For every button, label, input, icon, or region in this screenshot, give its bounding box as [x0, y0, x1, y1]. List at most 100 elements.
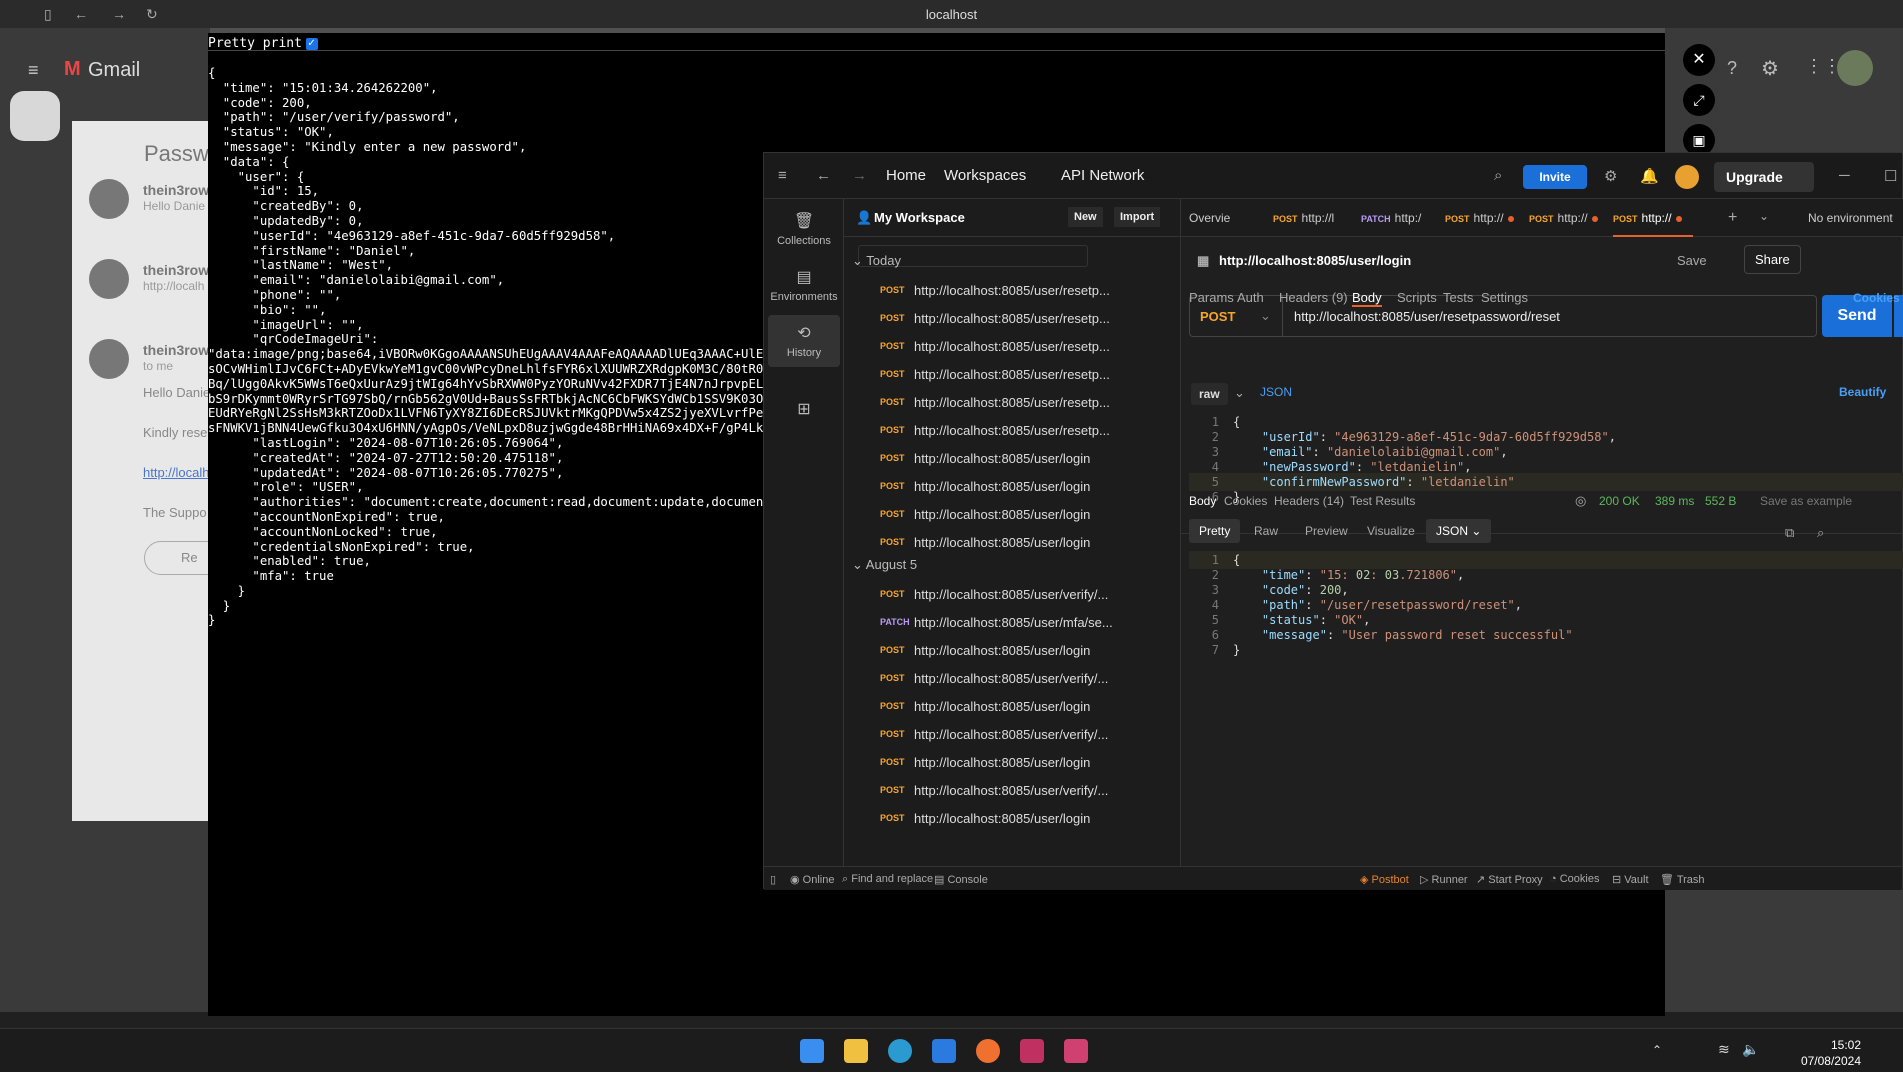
- chevron-down-icon[interactable]: ⌄: [1260, 308, 1271, 324]
- history-item[interactable]: POST http://localhost:8085/user/login: [844, 501, 1174, 529]
- home-link[interactable]: Home: [886, 167, 926, 184]
- subtab-scripts[interactable]: Scripts: [1397, 290, 1437, 305]
- cookies-link[interactable]: Cookies: [1853, 291, 1900, 305]
- console-button[interactable]: ▤ Console: [934, 873, 988, 886]
- chevron-down-icon[interactable]: ⌄: [1234, 385, 1245, 401]
- history-item[interactable]: POST http://localhost:8085/user/verify/..…: [844, 721, 1174, 749]
- add-workspace-icon[interactable]: ⊞: [768, 399, 840, 419]
- response-tab-cookies[interactable]: Cookies: [1224, 494, 1267, 508]
- menu-icon[interactable]: ≡: [28, 60, 39, 81]
- runner-button[interactable]: ▷ Runner: [1420, 873, 1468, 886]
- subtab-body[interactable]: Body: [1352, 290, 1382, 307]
- add-tab-icon[interactable]: +: [1728, 209, 1737, 227]
- upgrade-button[interactable]: Upgrade: [1714, 162, 1814, 192]
- body-lang-select[interactable]: JSON: [1260, 385, 1292, 399]
- avatar[interactable]: [1675, 165, 1699, 189]
- rail-collections[interactable]: 🗑 Collections: [768, 211, 840, 247]
- apps-icon[interactable]: ⋮⋮: [1805, 56, 1841, 77]
- wifi-icon[interactable]: ≋: [1718, 1041, 1730, 1058]
- gear-icon[interactable]: ⚙: [1761, 56, 1779, 81]
- environment-select[interactable]: No environment: [1808, 199, 1893, 237]
- online-status[interactable]: ◉ Online: [790, 873, 834, 886]
- postman-icon[interactable]: [976, 1039, 1000, 1063]
- request-tab[interactable]: POST http://l: [1273, 199, 1357, 237]
- todo-icon[interactable]: [932, 1039, 956, 1063]
- history-item[interactable]: POST http://localhost:8085/user/resetp...: [844, 389, 1174, 417]
- postbot-button[interactable]: ◈ Postbot: [1360, 873, 1409, 886]
- bell-icon[interactable]: 🔔: [1640, 167, 1659, 185]
- view-preview[interactable]: Preview: [1295, 519, 1358, 543]
- history-item[interactable]: POST http://localhost:8085/user/resetp...: [844, 333, 1174, 361]
- url-input[interactable]: http://localhost:8085/user/resetpassword…: [1294, 309, 1560, 324]
- request-tab[interactable]: POST http://: [1445, 199, 1525, 237]
- history-item[interactable]: POST http://localhost:8085/user/login: [844, 749, 1174, 777]
- file-explorer-icon[interactable]: [844, 1039, 868, 1063]
- menu-icon[interactable]: ≡: [778, 167, 787, 184]
- request-tab[interactable]: PATCH http:/: [1361, 199, 1441, 237]
- method-select[interactable]: POST: [1200, 309, 1235, 324]
- proxy-button[interactable]: ↗ Start Proxy: [1476, 873, 1543, 886]
- maximize-icon[interactable]: ☐: [1884, 167, 1897, 185]
- edge-icon[interactable]: [888, 1039, 912, 1063]
- history-item[interactable]: POST http://localhost:8085/user/resetp...: [844, 305, 1174, 333]
- invite-button[interactable]: Invite: [1523, 165, 1587, 189]
- import-button[interactable]: Import: [1114, 207, 1161, 227]
- history-item[interactable]: POST http://localhost:8085/user/login: [844, 637, 1174, 665]
- response-tab-test[interactable]: Test Results: [1350, 494, 1415, 508]
- chevron-up-icon[interactable]: ⌃: [1652, 1043, 1662, 1057]
- response-tab-body[interactable]: Body: [1189, 494, 1216, 508]
- response-format-select[interactable]: JSON ⌄: [1426, 519, 1492, 543]
- chevron-down-icon[interactable]: ⌄: [1759, 209, 1769, 223]
- save-example-button[interactable]: Save as example: [1760, 494, 1852, 508]
- subtab-auth[interactable]: Auth: [1237, 290, 1264, 305]
- new-button[interactable]: New: [1068, 207, 1103, 227]
- history-item[interactable]: POST http://localhost:8085/user/login: [844, 473, 1174, 501]
- history-group-header[interactable]: ⌄ August 5: [852, 557, 917, 573]
- forward-icon[interactable]: →: [852, 167, 867, 184]
- response-tab-headers[interactable]: Headers (14): [1274, 494, 1344, 508]
- history-item[interactable]: POST http://localhost:8085/user/verify/..…: [844, 777, 1174, 805]
- body-type-select[interactable]: raw: [1191, 383, 1228, 405]
- app-icon[interactable]: [1064, 1039, 1088, 1063]
- request-tab[interactable]: Overvie: [1189, 199, 1269, 237]
- expand-icon[interactable]: ⤢: [1683, 84, 1715, 116]
- history-item[interactable]: PATCH http://localhost:8085/user/mfa/se..…: [844, 609, 1174, 637]
- speaker-icon[interactable]: 🔈: [1742, 1041, 1759, 1058]
- history-item[interactable]: POST http://localhost:8085/user/login: [844, 805, 1174, 833]
- avatar[interactable]: [1837, 50, 1873, 86]
- subtab-headers[interactable]: Headers (9): [1279, 290, 1348, 305]
- subtab-params[interactable]: Params: [1189, 290, 1234, 305]
- vault-button[interactable]: ⊟ Vault: [1612, 873, 1649, 886]
- request-tab[interactable]: POST http://: [1529, 199, 1609, 237]
- intellij-icon[interactable]: [1020, 1039, 1044, 1063]
- beautify-button[interactable]: Beautify: [1839, 385, 1886, 399]
- history-item[interactable]: POST http://localhost:8085/user/verify/..…: [844, 581, 1174, 609]
- copy-icon[interactable]: ⧉: [1785, 525, 1794, 541]
- clock[interactable]: 15:02 07/08/2024: [1801, 1037, 1861, 1069]
- email-link[interactable]: http://localh: [143, 465, 210, 480]
- back-icon[interactable]: ←: [816, 167, 831, 184]
- search-icon[interactable]: ⌕: [1817, 525, 1824, 541]
- view-raw[interactable]: Raw: [1244, 519, 1288, 543]
- search-icon[interactable]: ⌕: [1494, 167, 1502, 184]
- request-tab[interactable]: POST http://: [1613, 199, 1693, 237]
- history-item[interactable]: POST http://localhost:8085/user/login: [844, 529, 1174, 557]
- subtab-tests[interactable]: Tests: [1443, 290, 1473, 305]
- history-item[interactable]: POST http://localhost:8085/user/verify/..…: [844, 665, 1174, 693]
- history-group-header[interactable]: ⌄ Today: [852, 253, 901, 269]
- rail-history[interactable]: ⟲ History: [768, 315, 840, 367]
- history-item[interactable]: POST http://localhost:8085/user/resetp...: [844, 361, 1174, 389]
- compose-button[interactable]: [10, 91, 60, 141]
- workspaces-menu[interactable]: Workspaces: [944, 167, 1026, 184]
- view-pretty[interactable]: Pretty: [1189, 519, 1241, 543]
- layout-icon[interactable]: ▯: [770, 873, 776, 886]
- trash-button[interactable]: 🗑 Trash: [1660, 873, 1705, 886]
- subtab-settings[interactable]: Settings: [1481, 290, 1528, 305]
- save-button[interactable]: Save: [1671, 247, 1713, 274]
- share-button[interactable]: Share: [1744, 245, 1801, 274]
- api-network-menu[interactable]: API Network: [1061, 167, 1144, 184]
- history-item[interactable]: POST http://localhost:8085/user/resetp...: [844, 417, 1174, 445]
- pretty-print-checkbox[interactable]: ✓: [305, 37, 318, 50]
- history-item[interactable]: POST http://localhost:8085/user/login: [844, 693, 1174, 721]
- help-icon[interactable]: ?: [1727, 58, 1737, 79]
